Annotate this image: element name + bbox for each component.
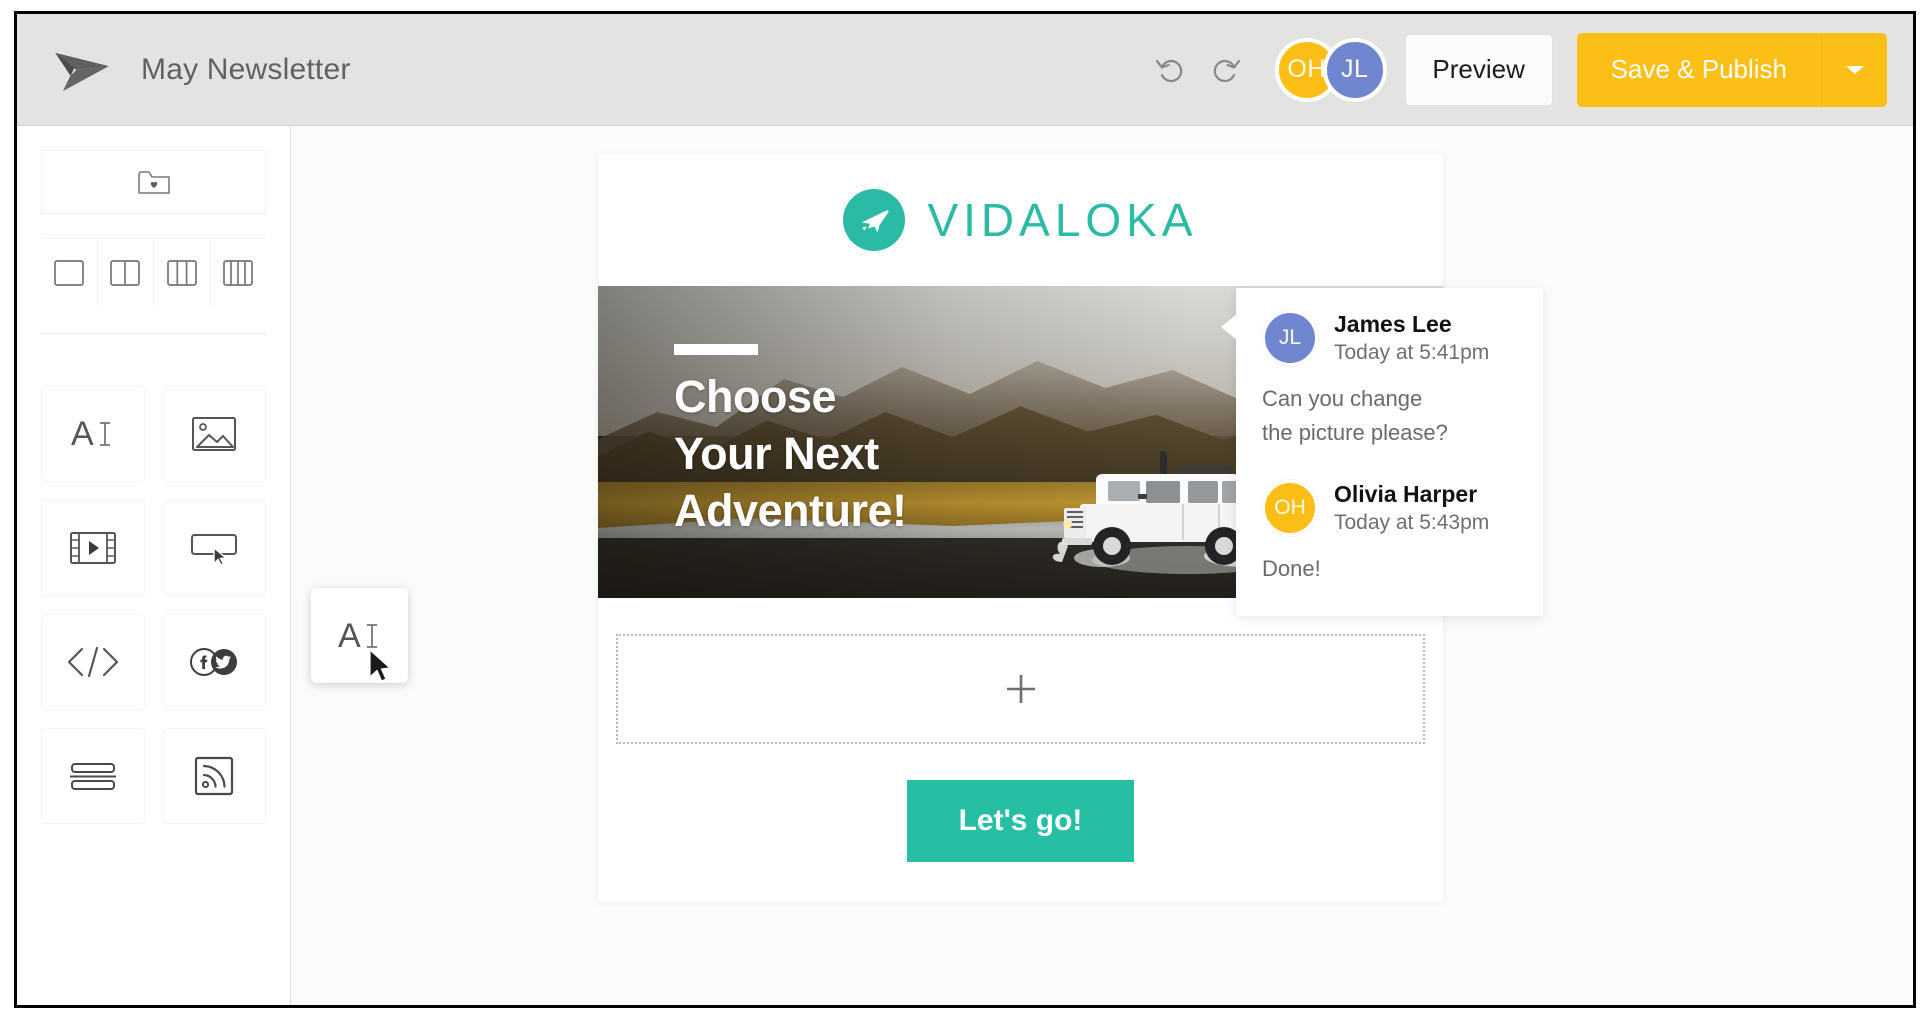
button-block-icon xyxy=(191,534,238,566)
sidebar-item-rss-block[interactable] xyxy=(162,728,266,824)
comment-item[interactable]: JL James Lee Today at 5:41pm Can you cha… xyxy=(1262,310,1517,450)
comments-panel: JL James Lee Today at 5:41pm Can you cha… xyxy=(1221,288,1543,617)
airplane-icon xyxy=(843,189,906,251)
two-column-icon xyxy=(110,260,141,286)
page-title: May Newsletter xyxy=(141,52,351,86)
sidebar-item-social-block[interactable] xyxy=(162,614,266,710)
code-block-icon xyxy=(67,646,118,678)
svg-text:A: A xyxy=(71,415,94,453)
brand-wordmark: VIDALOKA xyxy=(927,194,1198,246)
comment-author: James Lee xyxy=(1334,311,1452,337)
sidebar-item-code-block[interactable] xyxy=(41,614,145,710)
collaborator-avatars: OH JL xyxy=(1274,37,1387,102)
three-column-icon xyxy=(166,260,197,286)
save-publish-button[interactable]: Save & Publish xyxy=(1576,32,1821,107)
sidebar-item-text-block[interactable]: A xyxy=(41,386,145,482)
top-toolbar: May Newsletter OH JL Preview Save & Publ… xyxy=(17,14,1913,126)
comment-timestamp: Today at 5:43pm xyxy=(1334,510,1490,534)
lets-go-button[interactable]: Let's go! xyxy=(906,780,1135,862)
hero-accent-rule xyxy=(674,344,758,355)
image-block-icon xyxy=(192,417,237,451)
sidebar-item-image-block[interactable] xyxy=(162,386,266,482)
redo-icon[interactable] xyxy=(1205,49,1247,91)
avatar[interactable]: JL xyxy=(1322,37,1387,102)
sidebar-item-three-column[interactable] xyxy=(154,239,211,307)
email-logo-row[interactable]: VIDALOKA xyxy=(598,154,1443,286)
comment-text: Can you change the picture please? xyxy=(1262,386,1448,446)
comment-timestamp: Today at 5:41pm xyxy=(1334,340,1490,364)
paper-plane-logo xyxy=(55,52,109,91)
social-block-icon xyxy=(190,648,238,676)
chevron-down-icon[interactable] xyxy=(1821,32,1887,107)
folder-heart-icon xyxy=(137,171,170,194)
preview-button[interactable]: Preview xyxy=(1404,33,1553,106)
svg-text:A: A xyxy=(338,617,361,655)
drag-ghost-text-block: A xyxy=(311,588,408,683)
text-block-icon: A xyxy=(338,617,377,655)
cta-row: Let's go! xyxy=(598,744,1443,902)
sidebar-item-button-block[interactable] xyxy=(162,500,266,596)
hero-heading: Choose Your Next Adventure! xyxy=(674,371,907,537)
empty-block-dropzone[interactable] xyxy=(616,634,1425,744)
sidebar-divider xyxy=(41,333,266,334)
video-block-icon xyxy=(69,532,116,564)
plus-icon xyxy=(1006,675,1035,703)
avatar[interactable]: OH xyxy=(1262,480,1318,537)
save-publish-group: Save & Publish xyxy=(1576,32,1887,107)
sidebar-item-one-column[interactable] xyxy=(41,239,98,307)
comment-meta: James Lee Today at 5:41pm xyxy=(1334,310,1489,366)
comments-tail xyxy=(1221,314,1237,340)
text-block-icon: A xyxy=(71,415,110,453)
comment-meta: Olivia Harper Today at 5:43pm xyxy=(1334,480,1489,536)
toolbar-actions: OH JL Preview Save & Publish xyxy=(1149,14,1913,125)
sidebar-item-two-column[interactable] xyxy=(98,239,154,307)
comment-header: JL James Lee Today at 5:41pm xyxy=(1262,310,1517,367)
blocks-sidebar: A xyxy=(17,126,291,1005)
layout-picker xyxy=(41,238,266,307)
sidebar-item-saved-blocks[interactable] xyxy=(41,150,266,214)
comment-author: Olivia Harper xyxy=(1334,481,1478,508)
four-column-icon xyxy=(223,260,254,286)
content-blocks-grid: A xyxy=(41,386,266,824)
comment-item[interactable]: OH Olivia Harper Today at 5:43pm Done! xyxy=(1262,480,1517,586)
sidebar-item-divider-block[interactable] xyxy=(41,728,145,824)
avatar[interactable]: JL xyxy=(1262,310,1318,367)
sidebar-item-four-column[interactable] xyxy=(211,239,267,307)
comment-text: Done! xyxy=(1262,556,1321,582)
application-window: May Newsletter OH JL Preview Save & Publ… xyxy=(14,11,1916,1008)
email-canvas[interactable]: VIDALOKA Choose Your Next Adventure! Let… xyxy=(292,126,1913,1005)
comment-header: OH Olivia Harper Today at 5:43pm xyxy=(1262,480,1517,537)
sidebar-item-video-block[interactable] xyxy=(41,500,145,596)
rss-block-icon xyxy=(195,756,234,796)
one-column-icon xyxy=(53,260,84,286)
divider-block-icon xyxy=(69,763,116,790)
undo-icon[interactable] xyxy=(1149,49,1191,91)
